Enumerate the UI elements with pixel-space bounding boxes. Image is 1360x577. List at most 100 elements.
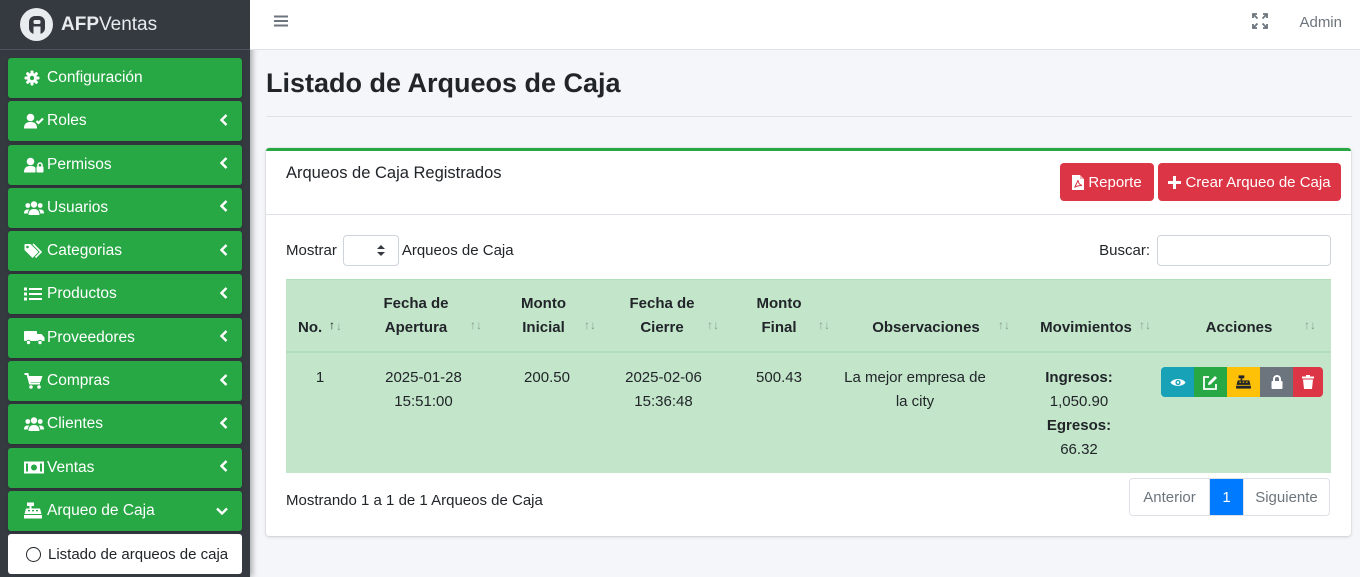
chevron-left-icon [219,113,228,129]
tags-icon [24,243,46,259]
sidebar-item-label: Usuarios [47,198,109,216]
eye-icon [1170,378,1185,386]
sidebar-item-label: Permisos [47,155,112,173]
sidebar-item-configuracion[interactable]: Configuración [8,58,242,98]
chevron-left-icon [219,460,228,475]
cell-fecha-apertura: 2025-01-28 15:51:00 [385,369,462,410]
sort-asc-icon: ↑ [329,318,335,332]
cell-no: 1 [315,369,325,386]
sidebar-item-arqueo-de-caja[interactable]: Arqueo de Caja [8,490,242,531]
sidebar-subitem-listado-arqueos[interactable]: Listado de arqueos de caja [8,534,242,575]
cell-monto-final: 500.43 [756,369,802,386]
user-menu[interactable]: Admin [1299,14,1342,31]
sort-icon: ↑↓ [584,318,596,332]
view-button[interactable] [1161,367,1194,397]
pagination-page-1[interactable]: 1 [1210,479,1243,515]
sidebar-item-compras[interactable]: Compras [8,361,242,402]
users-icon [24,417,46,432]
sidebar-item-label: Proveedores [47,328,135,346]
col-header-no[interactable]: No. [298,316,322,340]
search-input[interactable] [1157,235,1331,266]
brand[interactable]: AFPVentas [0,0,250,50]
sidebar-item-label: Productos [47,285,117,303]
top-navbar: Admin [250,0,1360,50]
chevron-left-icon [219,330,228,345]
cell-observaciones: La mejor empresa de la city [844,369,986,410]
pdf-file-icon [1072,174,1085,190]
page-length-control: Mostrar Arqueos de Caja [286,235,514,266]
table-info: Mostrando 1 a 1 de 1 Arqueos de Caja [286,492,543,509]
sidebar-item-clientes[interactable]: Clientes [8,404,242,445]
pagination-next[interactable]: Siguiente [1243,479,1329,515]
col-header-acciones[interactable]: Acciones [1196,316,1282,340]
cell-movimientos: Ingresos: 1,050.90 Egresos: 66.32 [1045,369,1113,458]
sidebar-item-label: Configuración [47,69,143,86]
sort-icon: ↑↓ [1304,318,1316,332]
sidebar-item-permisos[interactable]: Permisos [8,144,242,185]
sidebar-subitem-label: Listado de arqueos de caja [48,545,229,563]
chevron-left-icon [219,200,228,215]
edit-icon [1203,375,1217,390]
circle-icon [26,546,41,562]
brand-logo-icon [20,8,53,41]
pagination-previous[interactable]: Anterior [1130,479,1210,515]
chevron-left-icon [219,243,228,259]
report-button[interactable]: Reporte [1060,163,1154,201]
col-header-monto-final[interactable]: Monto Final [748,292,810,340]
users-icon [24,201,46,215]
sidebar-item-roles[interactable]: Roles [8,101,242,142]
close-cash-button[interactable] [1227,367,1260,397]
sidebar: AFPVentas Configuración Roles Permisos U… [0,0,250,577]
chevron-left-icon [219,287,228,302]
col-header-monto-inicial[interactable]: Monto Inicial [511,292,576,340]
sidebar-item-label: Arqueo de Caja [47,501,155,519]
page-title: Listado de Arqueos de Caja [266,68,621,98]
cell-monto-inicial: 200.50 [524,369,570,386]
gear-icon [24,70,46,86]
search-label: Buscar: [1099,242,1150,259]
money-icon [24,461,46,474]
user-lock-icon [24,157,46,173]
table-row: 1 2025-01-28 15:51:00 200.50 2025-02-06 15… [286,353,1331,473]
col-header-fecha-cierre[interactable]: Fecha de Cierre [622,292,702,340]
fullscreen-icon[interactable] [1252,13,1268,33]
trash-icon [1302,375,1314,389]
cash-register-icon [1236,375,1251,389]
sort-icon: ↑↓ [998,318,1010,332]
sort-icon: ↑↓ [707,318,719,332]
chevron-left-icon [219,373,228,389]
edit-button[interactable] [1194,367,1227,397]
chevron-left-icon [219,417,228,432]
sidebar-item-ventas[interactable]: Ventas [8,447,242,488]
delete-button[interactable] [1293,367,1323,397]
sidebar-item-label: Compras [47,372,110,390]
sidebar-item-productos[interactable]: Productos [8,274,242,315]
cart-icon [24,373,46,389]
sidebar-item-categorias[interactable]: Categorias [8,231,242,272]
col-header-observaciones[interactable]: Observaciones [866,316,986,340]
card-header: Arqueos de Caja Registrados Reporte Crea… [266,151,1351,215]
sidebar-item-proveedores[interactable]: Proveedores [8,317,242,358]
col-header-fecha-apertura[interactable]: Fecha de Apertura [376,292,456,340]
sidebar-item-label: Ventas [47,458,95,476]
user-check-icon [24,113,46,129]
create-arqueo-button[interactable]: Crear Arqueo de Caja [1158,163,1341,201]
cash-register-icon [24,502,46,519]
sidebar-item-label: Roles [47,112,87,130]
search-control: Buscar: [1099,235,1331,266]
page-length-select[interactable] [342,235,399,266]
sidebar-item-usuarios[interactable]: Usuarios [8,187,242,228]
create-button-label: Crear Arqueo de Caja [1185,173,1331,191]
hamburger-menu-icon[interactable] [273,14,289,32]
lock-button[interactable] [1260,367,1293,397]
chevron-left-icon [219,157,228,172]
sort-icon: ↑↓ [1139,318,1151,332]
col-header-movimientos[interactable]: Movimientos [1034,316,1138,340]
divider [266,116,1352,117]
report-button-label: Reporte [1088,173,1142,191]
cell-fecha-cierre: 2025-02-06 15:36:48 [625,369,702,410]
plus-icon [1168,175,1182,189]
lock-icon [1271,375,1282,389]
truck-icon [24,330,46,346]
chevron-down-icon [216,503,228,518]
